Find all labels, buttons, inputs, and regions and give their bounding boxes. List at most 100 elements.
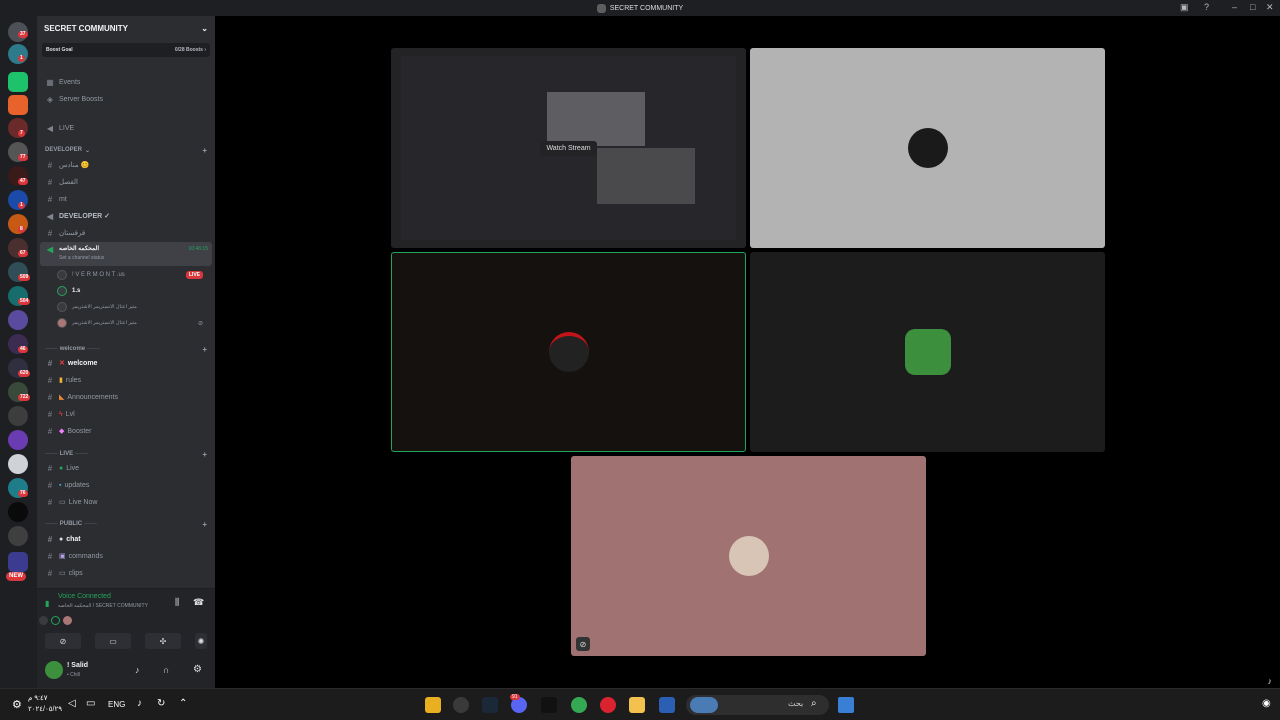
volume-icon[interactable]: ◁ [68, 698, 76, 709]
search-input[interactable]: بحث ⌕ [686, 695, 829, 715]
close-icon[interactable]: ✕ [1266, 2, 1274, 13]
microphone-icon[interactable]: ♪ [137, 698, 142, 709]
text-channel[interactable]: # منادس 😊 [40, 157, 212, 173]
user-name: ! V E R M O N T .us [72, 272, 125, 278]
language-indicator[interactable]: ENG [108, 700, 125, 709]
chevron-down-icon: ⌄ [201, 23, 208, 33]
chrome-icon[interactable] [571, 697, 587, 713]
text-channel[interactable]: # ◣ Announcements [40, 389, 212, 405]
text-channel[interactable]: # ◆ Booster [40, 423, 212, 439]
text-channel[interactable]: # ϟ Lvl [40, 406, 212, 422]
category-developer[interactable]: DEVELOPER ⌄ + [40, 142, 212, 158]
help-icon[interactable]: ? [1204, 2, 1209, 12]
text-channel[interactable]: # ▪ updates [40, 477, 212, 493]
folder-icon[interactable] [629, 697, 645, 713]
server-boosts-item[interactable]: ◈ Server Boosts [40, 91, 212, 107]
signal-icon[interactable]: ▮ [45, 599, 49, 608]
headphones-icon[interactable]: ∩ [163, 665, 169, 675]
maximize-icon[interactable]: □ [1250, 2, 1255, 12]
voice-user[interactable]: متير اعتال الانستريمر الاشتريمر [57, 300, 207, 314]
voice-user[interactable]: 1.s [57, 284, 207, 298]
search-placeholder: بحث [788, 699, 804, 708]
sync-icon[interactable]: ↻ [157, 698, 165, 709]
server-icon[interactable] [8, 526, 28, 546]
text-channel[interactable]: # ● Live [40, 460, 212, 476]
guild-badge: 67 [18, 250, 28, 257]
server-icon[interactable] [8, 44, 28, 64]
chevron-up-icon[interactable]: ⌃ [179, 698, 187, 709]
server-icon[interactable] [8, 95, 28, 115]
obs-icon[interactable] [453, 697, 469, 713]
server-icon[interactable] [8, 72, 28, 92]
server-icon[interactable] [8, 406, 28, 426]
avatar[interactable] [51, 616, 60, 625]
category-public[interactable]: ─── PUBLIC ─── + [40, 516, 212, 532]
channel-name: updates [64, 481, 90, 489]
boost-goal-bar[interactable]: Boost Goal 0/28 Boosts › [42, 43, 210, 57]
user-tile[interactable]: ⊘ [571, 456, 926, 656]
add-channel-icon[interactable]: + [202, 345, 207, 354]
steam-icon[interactable] [482, 697, 498, 713]
events-label: Events [59, 78, 81, 86]
app-icon[interactable] [659, 697, 675, 713]
voice-location[interactable]: المحكمه الخاصه / SECRET COMMUNITY [58, 603, 148, 609]
watch-stream-button[interactable]: Watch Stream [540, 140, 597, 156]
voice-channel-live[interactable]: ◀ LIVE [40, 120, 212, 136]
text-channel[interactable]: # ▣ commands [40, 548, 212, 564]
avatar[interactable] [63, 616, 72, 625]
text-channel[interactable]: # ▭ clips [40, 565, 212, 581]
camera-off-icon: ⊘ [59, 636, 67, 646]
user-tile[interactable] [750, 252, 1105, 452]
notification-icon[interactable]: ◉ [1262, 698, 1271, 709]
stream-tile[interactable]: Watch Stream [391, 48, 746, 248]
network-icon[interactable]: ▭ [86, 698, 95, 709]
app-icon[interactable] [541, 697, 557, 713]
text-channel[interactable]: # mt [40, 191, 212, 207]
text-channel[interactable]: # قرقستان [40, 225, 212, 241]
windows-start-icon[interactable] [838, 697, 854, 713]
voice-user[interactable]: ! V E R M O N T .us LIVE [57, 268, 207, 282]
app-icon[interactable] [425, 697, 441, 713]
text-channel[interactable]: # الفصل [40, 174, 212, 190]
windows-taskbar: ⚙ ٩:٤٧ م ٢٠٢٤/٠٥/٢٩ ◁ ▭ ENG ♪ ↻ ⌃ 91 بحث… [0, 688, 1280, 720]
activities-button[interactable]: ✣ [145, 633, 181, 649]
guild-badge: 509 [18, 274, 31, 281]
server-folder-icon[interactable] [8, 552, 28, 572]
voice-channel[interactable]: ◀ DEVELOPER ✓ [40, 208, 212, 224]
server-icon[interactable] [8, 310, 28, 330]
camera-button[interactable]: ⊘ [45, 633, 81, 649]
text-channel[interactable]: # ▭ Live Now [40, 494, 212, 510]
add-channel-icon[interactable]: + [202, 450, 207, 459]
add-channel-icon[interactable]: + [202, 520, 207, 529]
microphone-icon[interactable]: ♪ [135, 665, 140, 675]
user-avatar[interactable] [45, 661, 63, 679]
minimize-icon[interactable]: – [1232, 2, 1237, 12]
events-item[interactable]: ▦ Events [40, 74, 212, 90]
disconnect-icon[interactable]: ☎ [193, 597, 204, 608]
text-channel[interactable]: # ▮ rules [40, 372, 212, 388]
add-channel-icon[interactable]: + [202, 146, 207, 155]
voice-user[interactable]: متير اعتال الانستريمر الاشتريمر ⊘ [57, 316, 207, 330]
user-tile-speaking[interactable] [391, 252, 746, 452]
soundboard-button[interactable]: ✺ [195, 633, 207, 649]
gear-icon[interactable]: ⚙ [12, 698, 22, 711]
screen-share-button[interactable]: ▭ [95, 633, 131, 649]
noise-suppression-icon[interactable]: ⫼ [175, 597, 179, 608]
inbox-icon[interactable]: ▣ [1180, 2, 1189, 13]
microphone-icon[interactable]: ♪ [1268, 676, 1273, 686]
server-icon[interactable] [8, 430, 28, 450]
server-icon[interactable] [8, 502, 28, 522]
divider: ─── [45, 346, 58, 352]
user-tile[interactable] [750, 48, 1105, 248]
text-channel[interactable]: # ● chat [40, 531, 212, 547]
avatar[interactable] [39, 616, 48, 625]
app-icon[interactable] [600, 697, 616, 713]
channel-status[interactable]: Set a channel status [59, 255, 104, 261]
gear-icon[interactable]: ⚙ [193, 664, 202, 675]
category-label: DEVELOPER [45, 147, 83, 153]
server-icon[interactable] [8, 454, 28, 474]
user-status: • Chill [67, 672, 80, 678]
text-channel[interactable]: # ✕ welcome [40, 355, 212, 371]
active-voice-channel[interactable]: ◀ المحكمه الخاصه Set a channel status 10… [40, 242, 212, 266]
server-header[interactable]: SECRET COMMUNITY ⌄ [37, 16, 215, 40]
